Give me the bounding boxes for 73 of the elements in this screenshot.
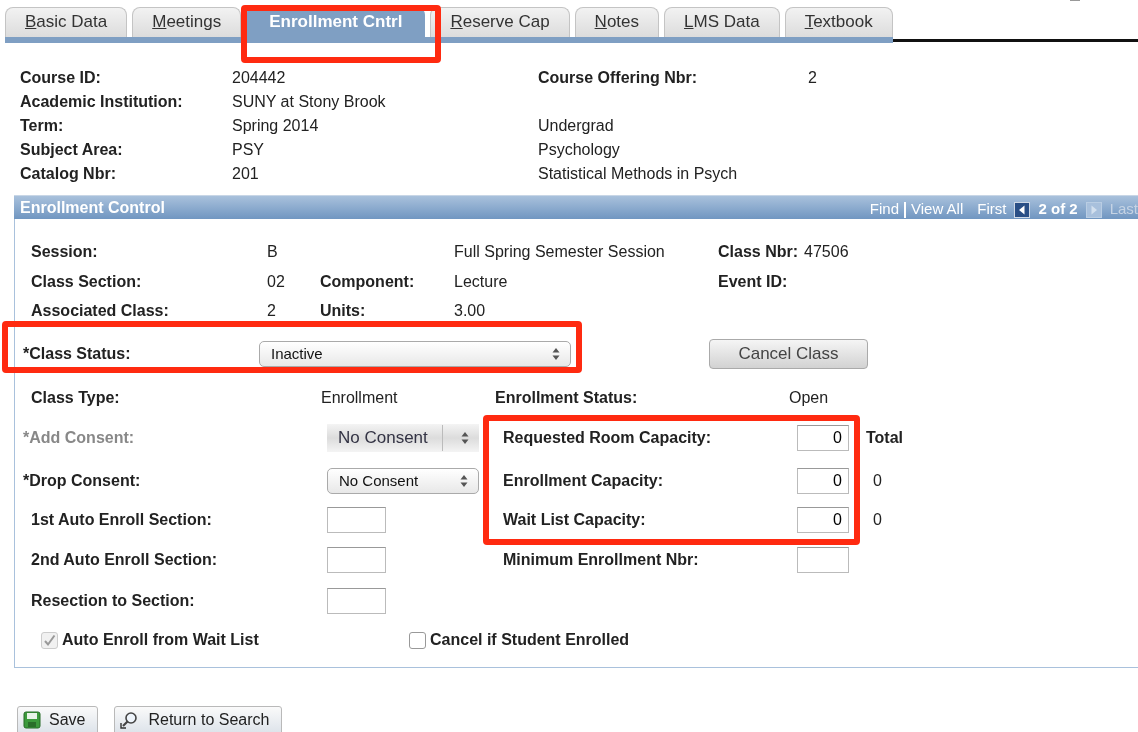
checkbox[interactable]	[409, 631, 426, 649]
field-label: Catalog Nbr:	[20, 164, 117, 184]
text-field[interactable]	[327, 588, 386, 614]
field-value: Lecture	[454, 272, 509, 292]
consent-select[interactable]: No Consent	[327, 468, 479, 494]
field-label: Requested Room Capacity:	[503, 428, 713, 448]
number-field[interactable]	[797, 547, 849, 573]
field-value: 201	[232, 164, 260, 184]
field-value: Undergrad	[538, 116, 614, 136]
page-counter: 2 of 2	[1038, 199, 1078, 220]
checkbox-label: Auto Enroll from Wait List	[62, 630, 259, 650]
field-label: Enrollment Status:	[495, 388, 639, 408]
field-label: Minimum Enrollment Nbr:	[503, 550, 700, 570]
text-field[interactable]	[327, 547, 386, 573]
tab[interactable]: Notes	[574, 7, 660, 37]
field-value: 3.00	[454, 301, 487, 321]
previous-arrow-button[interactable]	[1014, 201, 1031, 218]
field-label: 1st Auto Enroll Section:	[31, 510, 212, 530]
checkbox-label: Cancel if Student Enrolled	[430, 630, 630, 650]
field-label: Units:	[320, 301, 367, 321]
field-label: *Add Consent:	[23, 428, 135, 448]
number-field[interactable]: 0	[797, 507, 849, 533]
field-label: *Class Status:	[23, 344, 132, 364]
updown-arrows-icon	[552, 347, 560, 361]
tab[interactable]: Meetings	[132, 7, 242, 37]
field-value: PSY	[232, 140, 265, 160]
updown-arrows-icon	[461, 431, 469, 445]
field-label: Class Type:	[31, 388, 121, 408]
section-title: Enrollment Control	[20, 197, 165, 218]
field-label: Academic Institution:	[20, 92, 184, 112]
field-value: 02	[267, 272, 286, 292]
search-button[interactable]: Return to Search	[114, 706, 283, 732]
tab[interactable]: Textbook	[784, 7, 893, 37]
column-header: Total	[866, 428, 904, 448]
field-label: Wait List Capacity:	[503, 510, 647, 530]
tab[interactable]: Basic Data	[5, 7, 128, 37]
field-label: Enrollment Capacity:	[503, 471, 665, 491]
field-value: 204442	[232, 68, 287, 88]
field-label: 2nd Auto Enroll Section:	[31, 550, 218, 570]
field-label: Course Offering Nbr:	[538, 68, 699, 88]
field-value: Open	[789, 388, 829, 408]
text-field[interactable]	[327, 507, 386, 533]
field-label: Event ID:	[718, 272, 788, 292]
field-value: B	[267, 242, 279, 262]
save-button[interactable]: Save	[17, 706, 99, 732]
field-value: Psychology	[538, 140, 620, 160]
field-label: Term:	[20, 116, 65, 136]
field-value: Enrollment	[321, 388, 399, 408]
field-label: Component:	[320, 272, 416, 292]
status-select[interactable]: Inactive	[259, 341, 571, 367]
field-value: 2	[808, 68, 817, 88]
field-value: 47506	[804, 242, 849, 262]
field-label: *Drop Consent:	[23, 471, 141, 491]
field-label: Associated Class:	[31, 301, 170, 321]
tab[interactable]: Reserve Cap	[430, 7, 570, 37]
field-value: Full Spring Semester Session	[454, 242, 666, 262]
updown-arrows-icon	[460, 474, 468, 488]
field-value: SUNY at Stony Brook	[232, 92, 387, 112]
field-label: Course ID:	[20, 68, 102, 88]
field-value: Statistical Methods in Psych	[538, 164, 738, 184]
field-label: Class Nbr:	[718, 242, 799, 262]
tab[interactable]: LMS Data	[664, 7, 780, 37]
field-value: 2	[267, 301, 277, 321]
field-label: Class Section:	[31, 272, 143, 292]
cancel-class-button[interactable]: Cancel Class	[709, 339, 868, 369]
number-field[interactable]: 0	[797, 468, 849, 494]
field-label: Resection to Section:	[31, 591, 195, 611]
field-value: 0	[873, 510, 882, 530]
number-field[interactable]: 0	[797, 425, 849, 451]
field-value: Spring 2014	[232, 116, 320, 136]
field-label: Subject Area:	[20, 140, 124, 160]
field-label: Session:	[31, 242, 99, 262]
field-value: 0	[873, 471, 882, 491]
